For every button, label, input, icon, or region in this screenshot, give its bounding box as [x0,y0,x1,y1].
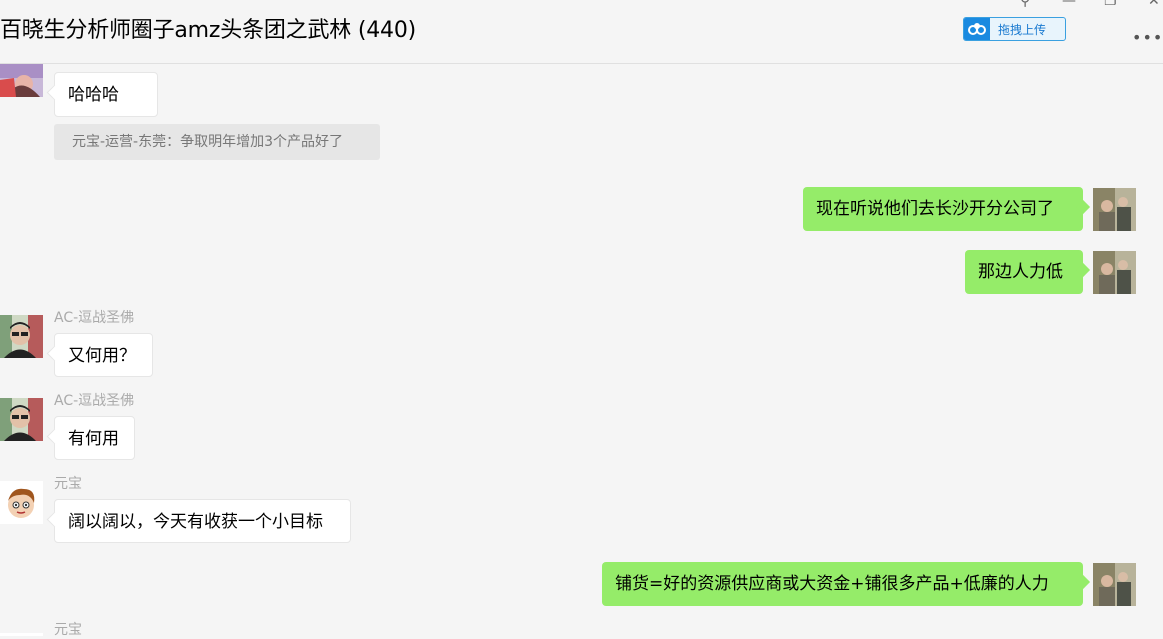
baidu-cloud-icon [964,18,990,40]
sender-name: AC-逗战圣佛 [54,310,135,326]
more-options-icon[interactable]: ••• [1132,30,1163,46]
restore-icon[interactable]: ❐ [1104,0,1117,8]
avatar[interactable] [0,398,43,441]
message-bubble-self[interactable]: 铺货=好的资源供应商或大资金+铺很多产品+低廉的人力 [602,562,1083,606]
sender-name: 元宝 [54,476,82,492]
message-bubble-self[interactable]: 现在听说他们去长沙开分公司了 [803,187,1083,231]
message-bubble[interactable]: 又何用？ [54,333,153,377]
sender-name: AC-逗战圣佛 [54,393,135,409]
minimize-icon[interactable]: — [1062,0,1076,8]
message-bubble[interactable]: 阔以阔以，今天有收获一个小目标 [54,499,351,543]
avatar[interactable] [0,627,43,636]
upload-label: 拖拽上传 [998,22,1047,37]
message-bubble-self[interactable]: 那边人力低 [965,250,1083,294]
sender-name: 元宝 [54,622,82,638]
avatar-self[interactable] [1093,563,1136,606]
quoted-message[interactable]: 元宝-运营-东莞：争取明年增加3个产品好了 [54,124,380,160]
avatar-self[interactable] [1093,251,1136,294]
avatar[interactable] [0,315,43,358]
close-icon[interactable]: ✕ [1148,0,1160,8]
avatar[interactable] [0,481,43,524]
chat-title: 百晓生分析师圈子amz头条团之武林 (440) [0,18,417,43]
avatar[interactable] [0,64,43,97]
message-bubble[interactable]: 哈哈哈 [54,72,158,117]
avatar-self[interactable] [1093,188,1136,231]
chat-header: 百晓生分析师圈子amz头条团之武林 (440) 拖拽上传 ⚲ — ❐ ✕ ••• [0,0,1163,64]
drag-upload-button[interactable]: 拖拽上传 [963,17,1066,41]
message-bubble[interactable]: 有何用 [54,416,135,460]
pin-icon[interactable]: ⚲ [1020,0,1030,8]
